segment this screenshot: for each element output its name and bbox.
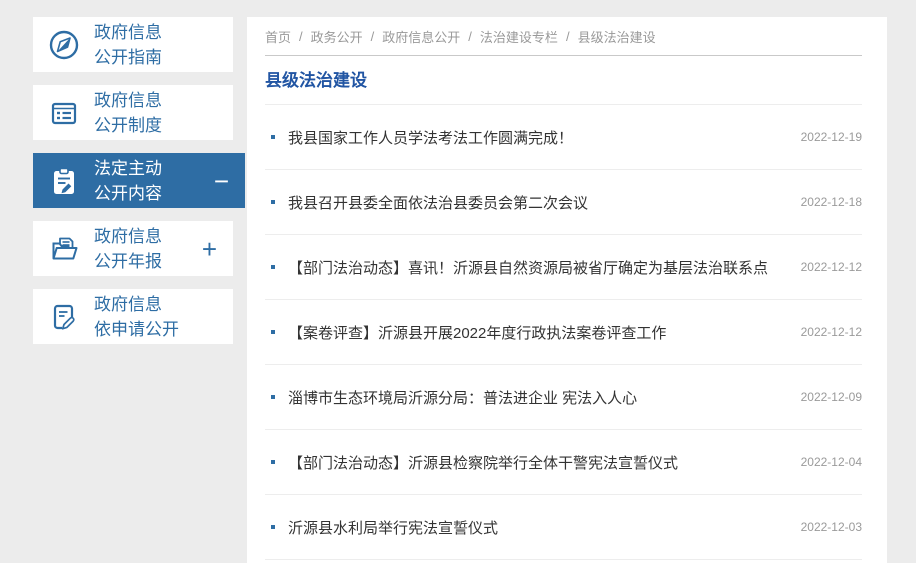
article-date: 2022-12-09 (800, 390, 862, 404)
sidebar-item-annual-report[interactable]: 政府信息 公开年报 + (33, 221, 233, 276)
bullet-icon (271, 200, 275, 204)
article-date: 2022-12-12 (800, 260, 862, 274)
breadcrumb-info-disclosure[interactable]: 政府信息公开 (382, 27, 460, 46)
breadcrumb: 首页 / 政务公开 / 政府信息公开 / 法治建设专栏 / 县级法治建设 (265, 17, 862, 56)
sidebar-item-label: 政府信息 公开制度 (94, 90, 162, 135)
bullet-icon (271, 525, 275, 529)
collapse-minus-icon[interactable]: − (214, 168, 229, 194)
article-row: 【案卷评查】沂源县开展2022年度行政执法案卷评查工作 2022-12-12 (265, 300, 862, 365)
content-panel: 首页 / 政务公开 / 政府信息公开 / 法治建设专栏 / 县级法治建设 县级法… (247, 17, 887, 563)
breadcrumb-rule-of-law-column[interactable]: 法治建设专栏 (480, 27, 558, 46)
sidebar-item-label: 政府信息 公开年报 (94, 226, 162, 271)
bullet-icon (271, 460, 275, 464)
bullet-icon (271, 135, 275, 139)
article-link[interactable]: 沂源县水利局举行宪法宣誓仪式 (288, 517, 498, 538)
compass-icon (47, 28, 81, 62)
breadcrumb-gov-affairs[interactable]: 政务公开 (311, 27, 363, 46)
page-title: 县级法治建设 (265, 56, 862, 105)
article-date: 2022-12-04 (800, 455, 862, 469)
breadcrumb-home[interactable]: 首页 (265, 27, 291, 46)
article-link[interactable]: 淄博市生态环境局沂源分局：普法进企业 宪法入人心 (288, 387, 637, 408)
article-row: 沂源县水利局举行宪法宣誓仪式 2022-12-03 (265, 495, 862, 560)
breadcrumb-separator: / (370, 28, 375, 44)
article-row: 我县召开县委全面依法治县委员会第二次会议 2022-12-18 (265, 170, 862, 235)
document-list-icon (47, 96, 81, 130)
breadcrumb-separator: / (299, 28, 303, 44)
bullet-icon (271, 265, 275, 269)
article-date: 2022-12-12 (800, 325, 862, 339)
sidebar-item-label: 法定主动 公开内容 (94, 158, 162, 203)
article-date: 2022-12-18 (800, 195, 862, 209)
sidebar-item-disclosure-on-request[interactable]: 政府信息 依申请公开 (33, 289, 233, 344)
breadcrumb-separator: / (468, 28, 472, 44)
expand-plus-icon[interactable]: + (202, 236, 217, 262)
article-link[interactable]: 【部门法治动态】沂源县检察院举行全体干警宪法宣誓仪式 (288, 452, 678, 473)
article-link[interactable]: 我县国家工作人员学法考法工作圆满完成！ (288, 127, 573, 148)
article-link[interactable]: 我县召开县委全面依法治县委员会第二次会议 (288, 192, 588, 213)
article-date: 2022-12-03 (800, 520, 862, 534)
breadcrumb-current-page: 县级法治建设 (577, 29, 656, 45)
article-link[interactable]: 【部门法治动态】喜讯！沂源县自然资源局被省厅确定为基层法治联系点 (288, 257, 768, 278)
article-date: 2022-12-19 (800, 130, 862, 144)
article-row: 我县国家工作人员学法考法工作圆满完成！ 2022-12-19 (265, 105, 862, 170)
doc-edit-icon (47, 300, 81, 334)
clipboard-pen-icon (47, 164, 81, 198)
breadcrumb-separator: / (565, 28, 570, 44)
article-link[interactable]: 【案卷评查】沂源县开展2022年度行政执法案卷评查工作 (288, 322, 666, 343)
sidebar-item-proactive-disclosure[interactable]: 法定主动 公开内容 − (33, 153, 245, 208)
article-row: 淄博市生态环境局沂源分局：普法进企业 宪法入人心 2022-12-09 (265, 365, 862, 430)
sidebar-item-disclosure-guide[interactable]: 政府信息 公开指南 (33, 17, 233, 72)
bullet-icon (271, 330, 275, 334)
article-row: 【部门法治动态】沂源县检察院举行全体干警宪法宣誓仪式 2022-12-04 (265, 430, 862, 495)
bullet-icon (271, 395, 275, 399)
sidebar-item-label: 政府信息 公开指南 (94, 22, 162, 67)
folder-doc-icon (47, 232, 81, 266)
sidebar-item-label: 政府信息 依申请公开 (94, 294, 179, 339)
article-row: 【部门法治动态】喜讯！沂源县自然资源局被省厅确定为基层法治联系点 2022-12… (265, 235, 862, 300)
sidebar-nav: 政府信息 公开指南 政府信息 公开制度 法定主动 公开内容 − 政府信息 公开年… (33, 17, 245, 357)
sidebar-item-disclosure-system[interactable]: 政府信息 公开制度 (33, 85, 233, 140)
